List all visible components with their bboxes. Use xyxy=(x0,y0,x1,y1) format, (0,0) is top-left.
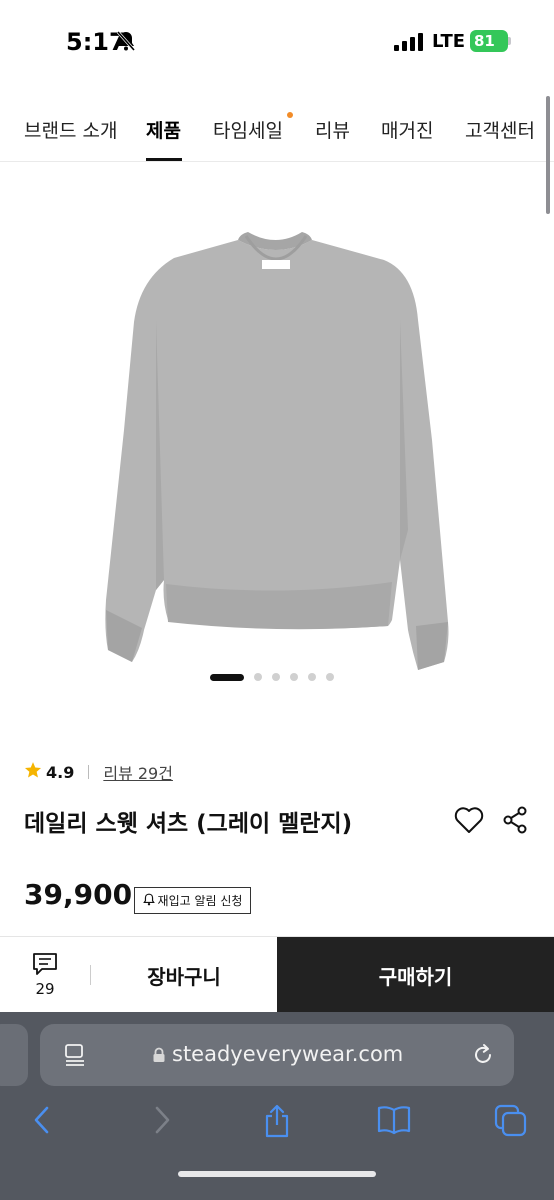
battery-tip xyxy=(508,37,511,45)
signal-icon xyxy=(394,33,424,55)
back-icon[interactable] xyxy=(30,1104,54,1140)
new-badge-dot xyxy=(287,112,293,118)
address-bar[interactable]: steadyeverywear.com xyxy=(40,1024,514,1086)
bookmarks-icon[interactable] xyxy=(376,1104,412,1140)
bell-slash-icon xyxy=(116,30,136,56)
lock-icon xyxy=(152,1047,166,1067)
bell-icon xyxy=(142,893,155,909)
category-nav: 브랜드 소개 제품 타임세일 리뷰 매거진 고객센터 xyxy=(0,100,554,162)
heart-icon[interactable] xyxy=(454,806,484,838)
review-button[interactable]: 29 xyxy=(0,937,90,1013)
network-label: LTE xyxy=(432,31,466,52)
share-sheet-icon[interactable] xyxy=(262,1104,292,1142)
status-bar: 5:17 LTE 81 xyxy=(0,0,554,88)
restock-alert-button[interactable]: 재입고 알림 신청 xyxy=(134,887,251,914)
carousel-dot[interactable] xyxy=(308,673,316,681)
page-menu-icon[interactable] xyxy=(64,1043,86,1071)
carousel-dot[interactable] xyxy=(290,673,298,681)
restock-alert-label: 재입고 알림 신청 xyxy=(157,894,243,908)
rating-value: 4.9 xyxy=(46,762,75,782)
nav-item-magazine[interactable]: 매거진 xyxy=(381,116,433,143)
product-image[interactable] xyxy=(96,230,458,690)
share-icon[interactable] xyxy=(502,806,528,838)
add-to-cart-button[interactable]: 장바구니 xyxy=(91,937,277,1013)
nav-item-support[interactable]: 고객센터 xyxy=(465,116,535,143)
product-price: 39,900 xyxy=(24,878,133,911)
nav-item-timesale[interactable]: 타임세일 xyxy=(213,116,283,143)
tabs-icon[interactable] xyxy=(494,1104,528,1142)
rating-row: 4.9 리뷰 29건 xyxy=(24,760,173,784)
carousel-dot[interactable] xyxy=(254,673,262,681)
star-icon xyxy=(24,761,42,783)
nav-item-reviews[interactable]: 리뷰 xyxy=(315,116,350,143)
previous-tab-peek[interactable] xyxy=(0,1024,28,1086)
nav-active-underline xyxy=(146,158,182,161)
url-text[interactable]: steadyeverywear.com xyxy=(172,1042,403,1066)
review-count: 29 xyxy=(35,980,55,998)
forward-icon[interactable] xyxy=(150,1104,174,1140)
chat-icon xyxy=(32,952,58,980)
purchase-bar: 29 장바구니 구매하기 xyxy=(0,936,554,1013)
rating-divider xyxy=(88,765,90,779)
home-indicator xyxy=(178,1171,376,1177)
review-count-link[interactable]: 리뷰 29건 xyxy=(103,760,173,784)
scrollbar[interactable] xyxy=(546,96,550,214)
carousel-dot[interactable] xyxy=(326,673,334,681)
battery-level: 81 xyxy=(474,32,495,50)
reload-icon[interactable] xyxy=(470,1042,496,1072)
battery-icon: 81 xyxy=(470,30,508,52)
carousel-dots[interactable] xyxy=(210,672,334,682)
carousel-dot[interactable] xyxy=(272,673,280,681)
nav-item-products[interactable]: 제품 xyxy=(146,116,181,143)
product-title: 데일리 스웻 셔츠 (그레이 멜란지) xyxy=(24,811,353,837)
nav-item-brand[interactable]: 브랜드 소개 xyxy=(24,116,117,143)
buy-now-button[interactable]: 구매하기 xyxy=(277,937,554,1013)
carousel-dot-active[interactable] xyxy=(210,673,244,681)
